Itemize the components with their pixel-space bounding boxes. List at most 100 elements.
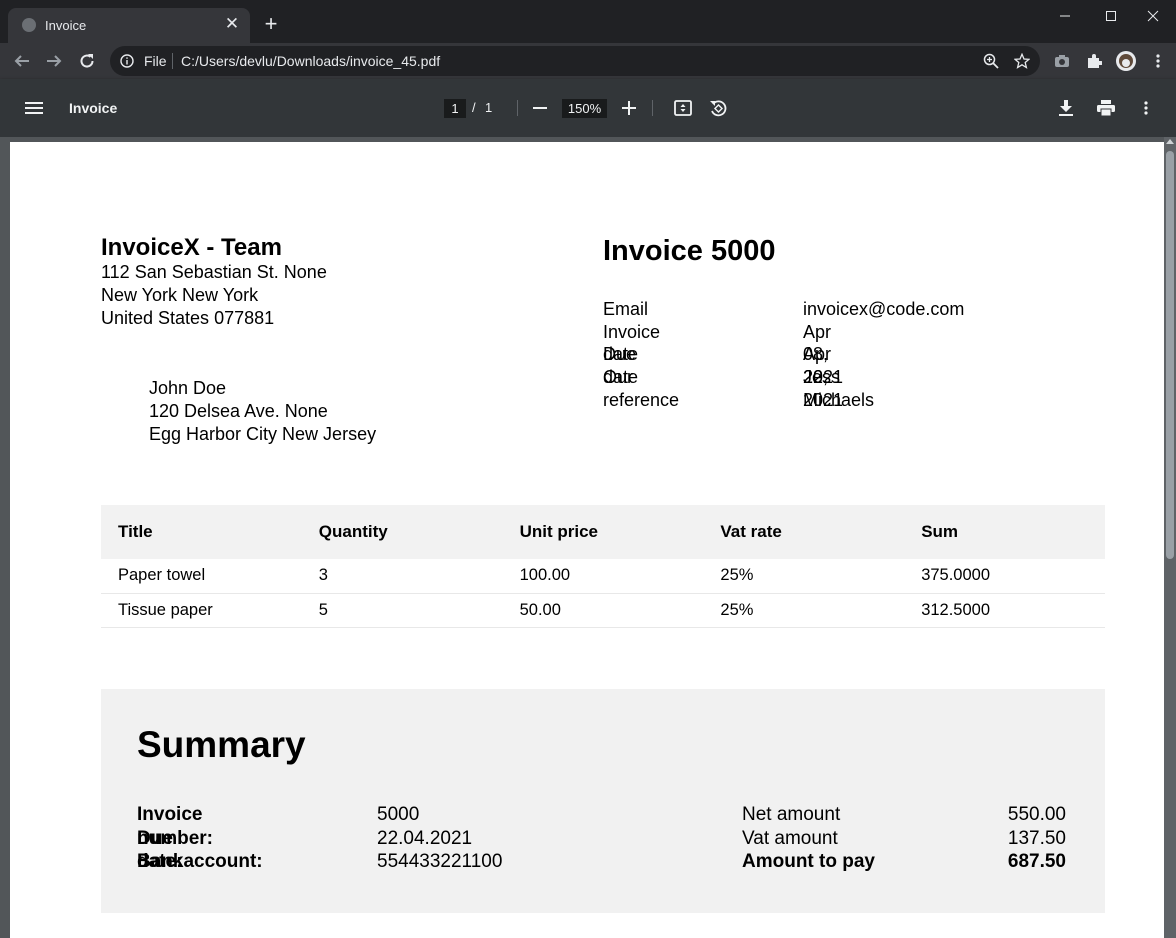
forward-button[interactable] — [40, 47, 68, 75]
total-row: Net amount 550.00 — [742, 803, 1066, 827]
zoom-in-button[interactable] — [617, 96, 641, 120]
puzzle-icon — [1088, 54, 1102, 68]
zoom-level-input[interactable]: 150% — [562, 99, 607, 118]
summary-box: Summary Invoice number: 5000 Due date: 2… — [101, 689, 1105, 913]
zoom-icon[interactable] — [982, 52, 1000, 70]
close-window-button[interactable] — [1130, 0, 1176, 32]
table-cell: 3 — [301, 559, 503, 594]
column-header: Unit price — [502, 505, 704, 559]
meta-value: Jess Michaels — [803, 367, 875, 410]
meta-label: Email — [603, 299, 649, 319]
avatar-icon — [1116, 51, 1136, 71]
profile-avatar[interactable] — [1115, 50, 1137, 72]
toolbar-divider — [517, 100, 518, 116]
pdf-menu-button[interactable] — [22, 96, 46, 120]
new-tab-button[interactable]: + — [260, 13, 282, 35]
url-scheme: File — [144, 53, 167, 69]
scrollbar[interactable] — [1164, 137, 1176, 938]
sender-block: InvoiceX - Team 112 San Sebastian St. No… — [101, 235, 327, 330]
back-button[interactable] — [8, 47, 36, 75]
table-cell: 312.5000 — [904, 593, 1105, 628]
close-icon — [1147, 10, 1159, 22]
recipient-block: John Doe 120 Delsea Ave. None Egg Harbor… — [149, 377, 376, 446]
summary-value: 5000 — [377, 804, 420, 825]
zoom-out-button[interactable] — [528, 96, 552, 120]
plus-icon — [622, 101, 636, 115]
arrow-right-icon — [47, 55, 62, 67]
table-cell: 25% — [703, 559, 905, 594]
column-header: Sum — [904, 505, 1105, 559]
minimize-button[interactable] — [1042, 0, 1088, 32]
pdf-viewport[interactable]: InvoiceX - Team 112 San Sebastian St. No… — [0, 137, 1176, 938]
table-cell: Tissue paper — [101, 593, 302, 628]
info-icon[interactable] — [120, 54, 134, 73]
summary-value: 554433221100 — [377, 851, 503, 872]
pdf-page: InvoiceX - Team 112 San Sebastian St. No… — [10, 142, 1164, 938]
chrome-menu-button[interactable] — [1147, 50, 1169, 72]
summary-title: Summary — [137, 724, 306, 765]
rotate-button[interactable] — [706, 96, 730, 120]
total-value: 550.00 — [1007, 804, 1066, 825]
sender-address-line: United States 077881 — [101, 308, 275, 328]
table-cell: 25% — [703, 593, 905, 628]
maximize-button[interactable] — [1088, 0, 1134, 32]
star-icon[interactable] — [1013, 52, 1031, 70]
pdf-more-button[interactable] — [1134, 96, 1158, 120]
globe-icon — [22, 18, 36, 32]
summary-value: 22.04.2021 — [377, 827, 473, 849]
table-cell: 375.0000 — [904, 559, 1105, 594]
address-bar[interactable]: File C:/Users/devlu/Downloads/invoice_45… — [110, 46, 1040, 76]
pdf-toolbar: Invoice 1 / 1 150% — [0, 79, 1176, 137]
total-row: Amount to pay 687.50 — [742, 850, 1066, 874]
invoice-title: Invoice 5000 — [603, 235, 776, 267]
column-header: Vat rate — [703, 505, 905, 559]
download-icon — [1059, 100, 1073, 116]
table-cell: 50.00 — [502, 593, 704, 628]
reload-button[interactable] — [73, 47, 101, 75]
camera-extension-button[interactable] — [1051, 50, 1073, 72]
browser-toolbar: File C:/Users/devlu/Downloads/invoice_45… — [0, 43, 1176, 79]
total-row: Vat amount 137.50 — [742, 827, 1066, 851]
browser-tab[interactable]: Invoice ✕ — [8, 8, 250, 43]
maximize-icon — [1106, 11, 1116, 21]
column-header: Title — [101, 505, 302, 559]
fit-page-icon — [674, 100, 692, 116]
pdf-title: Invoice — [69, 100, 118, 116]
fit-to-page-button[interactable] — [671, 96, 695, 120]
sender-address-line: New York New York — [101, 285, 259, 305]
table-header-row: Title Quantity Unit price Vat rate Sum — [101, 505, 1105, 559]
camera-icon — [1055, 55, 1069, 67]
browser-titlebar: Invoice ✕ + — [0, 0, 1176, 43]
table-cell: 100.00 — [502, 559, 704, 594]
total-label: Vat amount — [742, 827, 838, 849]
meta-label: Our reference — [603, 367, 680, 410]
table-cell: Paper towel — [101, 559, 302, 594]
print-button[interactable] — [1094, 96, 1118, 120]
arrow-left-icon — [14, 55, 29, 67]
close-tab-icon[interactable]: ✕ — [222, 14, 242, 34]
total-value: 137.50 — [1007, 827, 1066, 849]
recipient-address-line: 120 Delsea Ave. None — [149, 401, 328, 421]
url-text[interactable]: C:/Users/devlu/Downloads/invoice_45.pdf — [181, 53, 440, 69]
table-row: Tissue paper 5 50.00 25% 312.5000 — [101, 593, 1105, 628]
line-items-table: Title Quantity Unit price Vat rate Sum P… — [101, 505, 1105, 628]
toolbar-divider — [652, 100, 653, 116]
reload-icon — [80, 54, 94, 68]
download-button[interactable] — [1054, 96, 1078, 120]
hamburger-icon — [25, 102, 43, 114]
scroll-up-arrow-icon[interactable] — [1166, 139, 1174, 144]
page-separator: / — [472, 100, 476, 115]
scrollbar-thumb[interactable] — [1166, 151, 1174, 559]
amount-to-pay-value: 687.50 — [1007, 851, 1066, 872]
table-row: Paper towel 3 100.00 25% 375.0000 — [101, 559, 1105, 594]
minus-icon — [533, 107, 547, 109]
column-header: Quantity — [301, 505, 503, 559]
extensions-button[interactable] — [1083, 50, 1105, 72]
tab-title: Invoice — [45, 18, 87, 33]
more-vertical-icon — [1144, 101, 1148, 115]
page-count: 1 — [485, 100, 493, 115]
page-number-input[interactable]: 1 — [444, 99, 466, 118]
total-label: Net amount — [742, 804, 841, 825]
rotate-icon — [710, 100, 727, 117]
recipient-name: John Doe — [149, 378, 227, 398]
